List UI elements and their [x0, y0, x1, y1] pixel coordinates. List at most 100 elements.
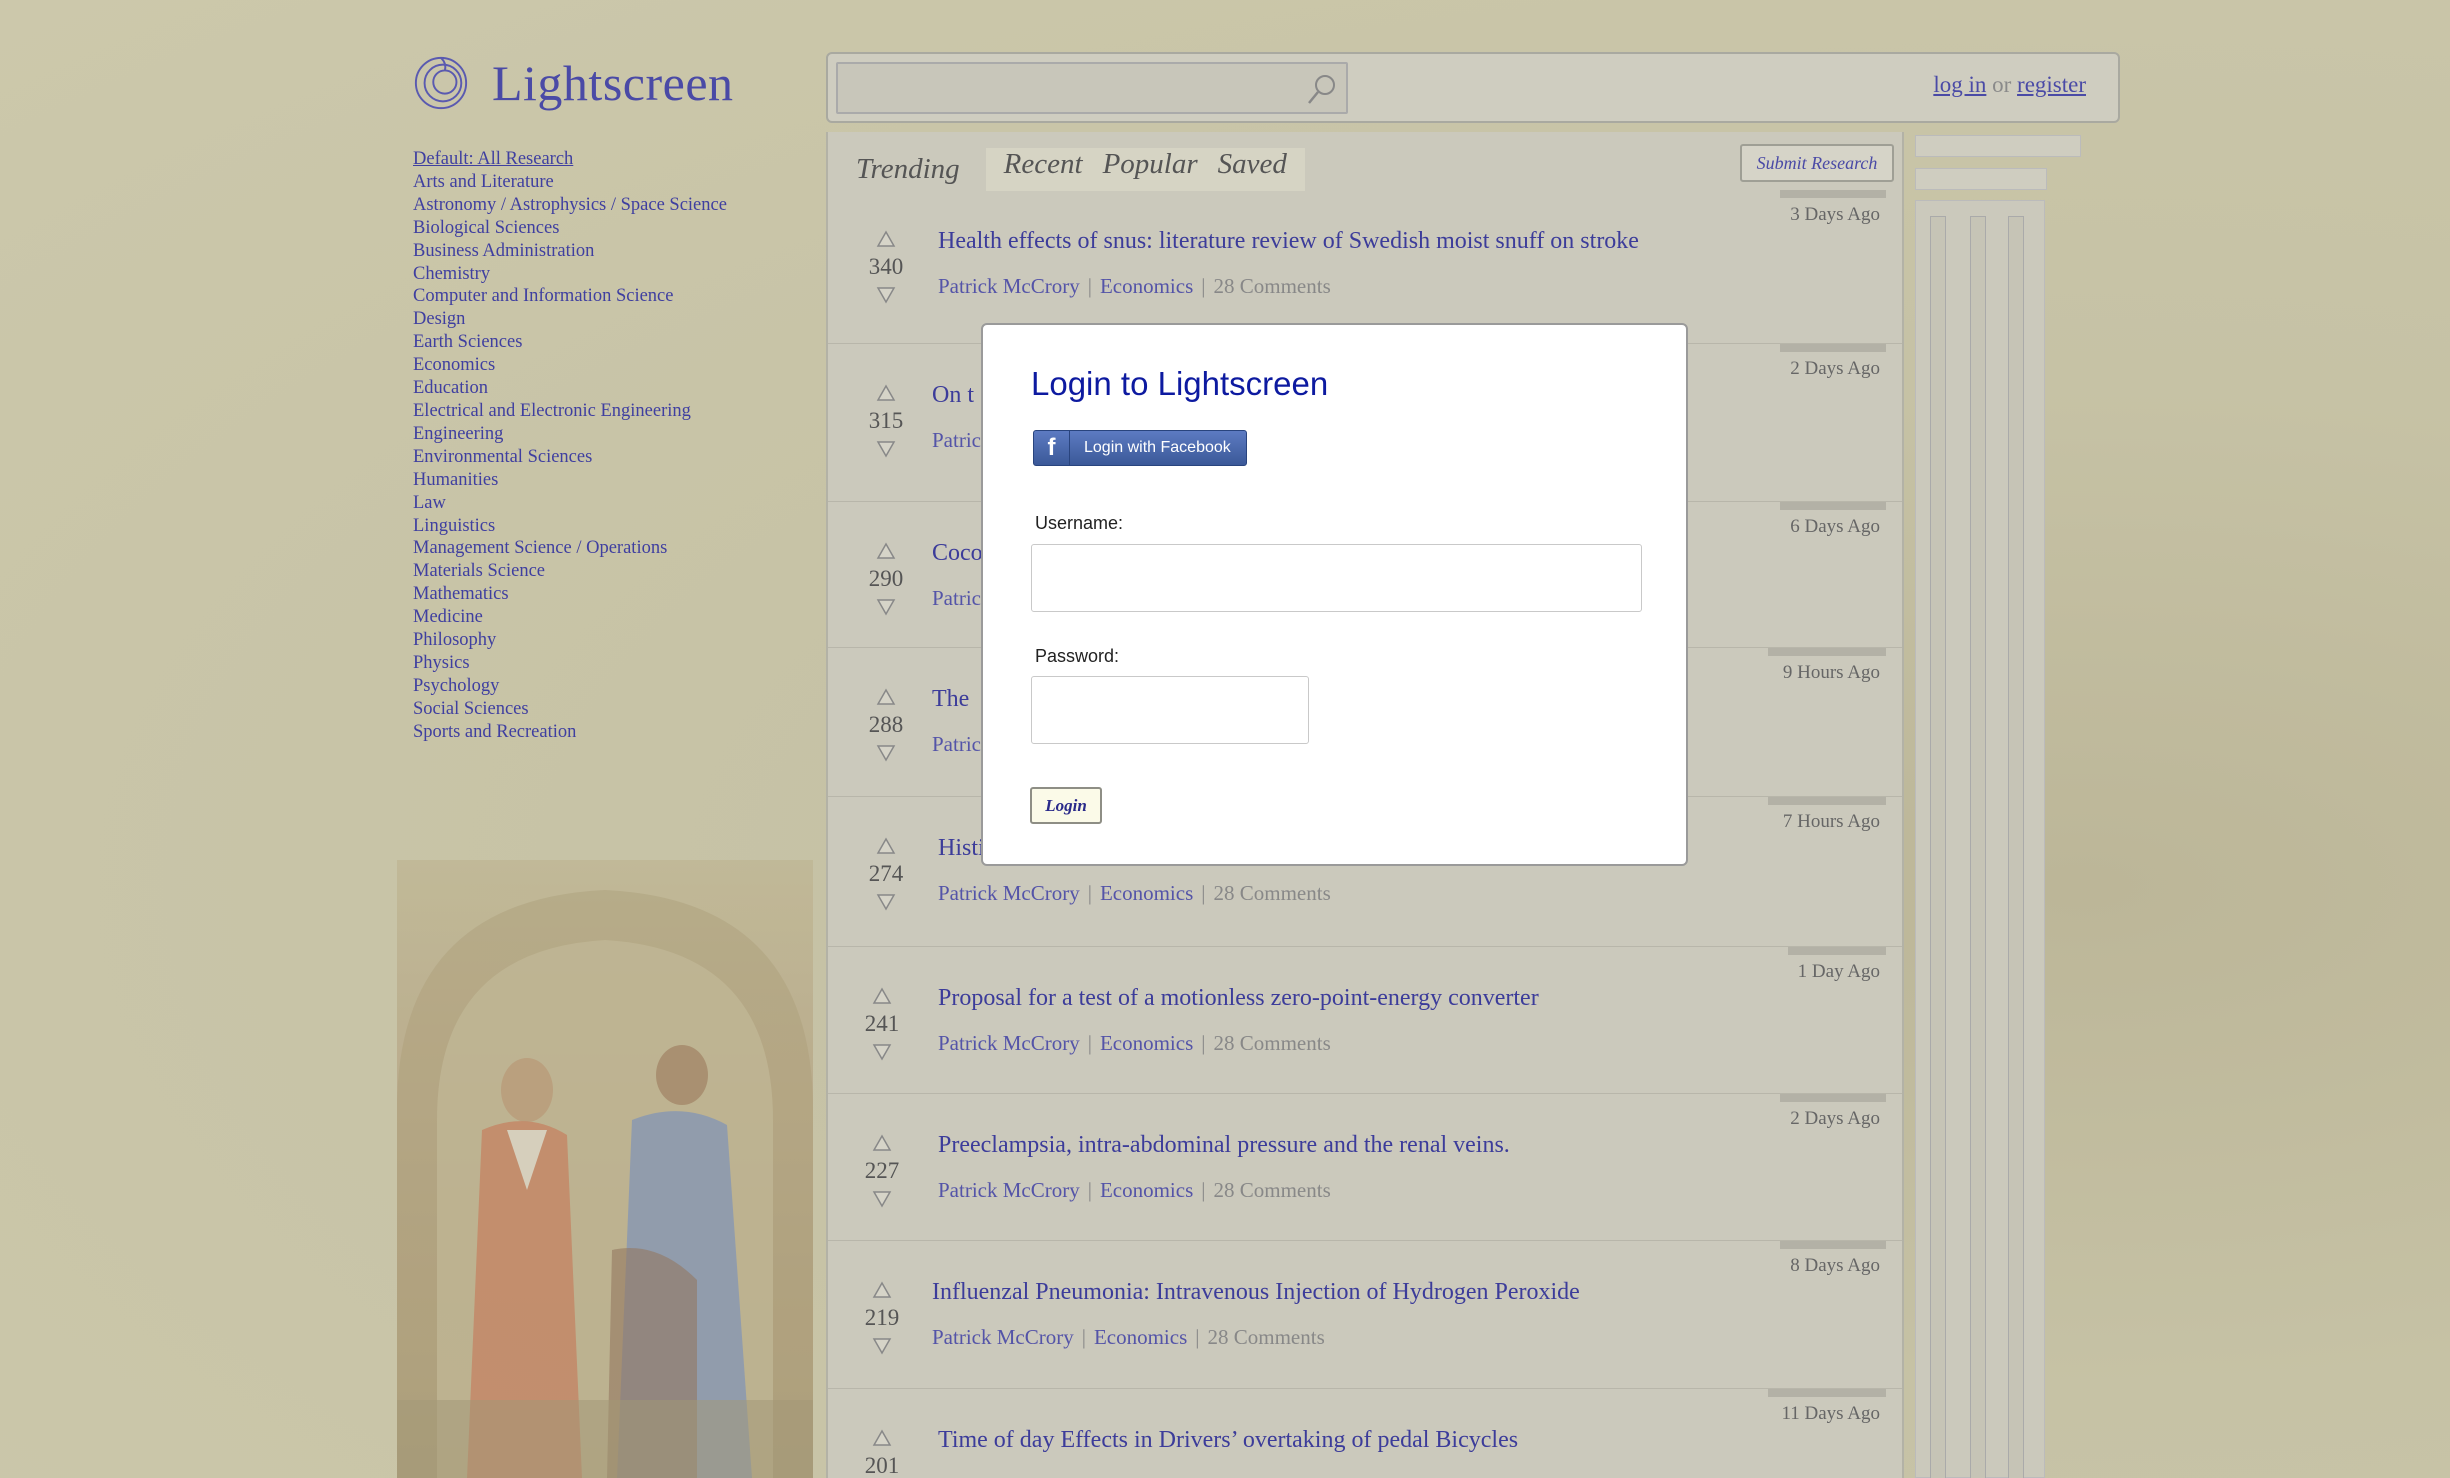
post-author[interactable]: Patric: [932, 586, 981, 610]
post-author[interactable]: Patrick McCrory: [938, 881, 1080, 905]
upvote-icon[interactable]: [876, 837, 896, 855]
login-link[interactable]: log in: [1933, 72, 1986, 97]
post-author[interactable]: Patrick McCrory: [938, 274, 1080, 298]
logo[interactable]: Lightscreen: [412, 54, 734, 112]
category-item[interactable]: Law: [413, 492, 793, 515]
upvote-icon[interactable]: [876, 542, 896, 560]
post-comments[interactable]: 28 Comments: [1213, 881, 1330, 905]
post-age: 3 Days Ago: [1790, 204, 1880, 225]
register-link[interactable]: register: [2017, 72, 2086, 97]
meta-separator: |: [1081, 1325, 1086, 1349]
category-item[interactable]: Humanities: [413, 469, 793, 492]
downvote-icon[interactable]: [876, 440, 896, 458]
tab-popular[interactable]: Popular: [1093, 148, 1208, 181]
upvote-icon[interactable]: [872, 1134, 892, 1152]
category-item[interactable]: Biological Sciences: [413, 217, 793, 240]
category-item[interactable]: Mathematics: [413, 583, 793, 606]
submit-research-button[interactable]: Submit Research: [1740, 144, 1894, 182]
meta-separator: |: [1201, 881, 1206, 905]
post-category[interactable]: Economics: [1100, 1031, 1193, 1055]
category-item[interactable]: Chemistry: [413, 263, 793, 286]
downvote-icon[interactable]: [876, 744, 896, 762]
downvote-icon[interactable]: [876, 893, 896, 911]
post-comments[interactable]: 28 Comments: [1213, 274, 1330, 298]
password-field[interactable]: [1031, 676, 1309, 744]
upvote-icon[interactable]: [872, 1429, 892, 1447]
post-author[interactable]: Patrick McCrory: [932, 1325, 1074, 1349]
post-title[interactable]: Preeclampsia, intra-abdominal pressure a…: [938, 1132, 1510, 1159]
search-icon[interactable]: [1306, 72, 1338, 106]
downvote-icon[interactable]: [876, 598, 896, 616]
category-item[interactable]: Environmental Sciences: [413, 446, 793, 469]
post-title[interactable]: On t: [932, 382, 974, 409]
top-bar: log in or register: [826, 52, 2120, 123]
upvote-icon[interactable]: [876, 230, 896, 248]
upvote-icon[interactable]: [876, 384, 896, 402]
upvote-icon[interactable]: [872, 1281, 892, 1299]
category-item[interactable]: Materials Science: [413, 560, 793, 583]
post-category[interactable]: Economics: [1094, 1325, 1187, 1349]
category-item[interactable]: Business Administration: [413, 240, 793, 263]
post-comments[interactable]: 28 Comments: [1207, 1325, 1324, 1349]
upvote-icon[interactable]: [876, 688, 896, 706]
category-item[interactable]: Electrical and Electronic Engineering: [413, 400, 793, 423]
tab-trending[interactable]: Trending: [856, 153, 970, 186]
login-button[interactable]: Login: [1030, 787, 1102, 824]
category-item[interactable]: Education: [413, 377, 793, 400]
category-item[interactable]: Social Sciences: [413, 698, 793, 721]
category-item[interactable]: Sports and Recreation: [413, 721, 793, 744]
category-item[interactable]: Earth Sciences: [413, 331, 793, 354]
downvote-icon[interactable]: [872, 1190, 892, 1208]
tab-saved[interactable]: Saved: [1208, 148, 1297, 181]
category-item[interactable]: Economics: [413, 354, 793, 377]
category-default[interactable]: Default: All Research: [413, 148, 793, 171]
category-item[interactable]: Management Science / Operations: [413, 537, 793, 560]
sidebar-stripe: [2008, 216, 2024, 1478]
login-modal: Login to Lightscreen f Login with Facebo…: [981, 323, 1688, 866]
search-input[interactable]: [836, 62, 1348, 114]
post-author[interactable]: Patric: [932, 428, 981, 452]
category-item[interactable]: Physics: [413, 652, 793, 675]
post-age: 1 Day Ago: [1797, 961, 1880, 982]
post-divider-bar: [1780, 502, 1886, 510]
post-category[interactable]: Economics: [1100, 881, 1193, 905]
post-category[interactable]: Economics: [1100, 1178, 1193, 1202]
category-item[interactable]: Engineering: [413, 423, 793, 446]
post-title[interactable]: Histi: [938, 835, 985, 862]
tab-recent[interactable]: Recent: [994, 148, 1093, 181]
downvote-icon[interactable]: [872, 1043, 892, 1061]
category-item[interactable]: Computer and Information Science: [413, 285, 793, 308]
facebook-login-button[interactable]: f Login with Facebook: [1033, 430, 1247, 466]
post-comments[interactable]: 28 Comments: [1213, 1031, 1330, 1055]
vote-control: 315: [856, 384, 916, 458]
category-item[interactable]: Astronomy / Astrophysics / Space Science: [413, 194, 793, 217]
post-title[interactable]: Coco: [932, 540, 983, 567]
username-field[interactable]: [1031, 544, 1642, 612]
post-author[interactable]: Patric: [932, 732, 981, 756]
category-item[interactable]: Arts and Literature: [413, 171, 793, 194]
category-item[interactable]: Medicine: [413, 606, 793, 629]
downvote-icon[interactable]: [876, 286, 896, 304]
post-category[interactable]: Economics: [1100, 274, 1193, 298]
category-item[interactable]: Psychology: [413, 675, 793, 698]
post-title[interactable]: Influenzal Pneumonia: Intravenous Inject…: [932, 1279, 1580, 1306]
spiral-logo-icon: [414, 56, 468, 110]
vote-control: 288: [856, 688, 916, 762]
post-row: 1 Day Ago 241 Proposal for a test of a mot…: [828, 947, 1902, 1094]
downvote-icon[interactable]: [872, 1337, 892, 1355]
post-title[interactable]: Proposal for a test of a motionless zero…: [938, 985, 1539, 1012]
post-comments[interactable]: 28 Comments: [1213, 1178, 1330, 1202]
category-item[interactable]: Linguistics: [413, 515, 793, 538]
post-author[interactable]: Patrick McCrory: [938, 1178, 1080, 1202]
post-title[interactable]: The: [932, 686, 969, 713]
auth-links: log in or register: [1933, 72, 2086, 98]
category-item[interactable]: Philosophy: [413, 629, 793, 652]
post-title[interactable]: Time of day Effects in Drivers’ overtaki…: [938, 1427, 1518, 1454]
upvote-icon[interactable]: [872, 987, 892, 1005]
category-item[interactable]: Design: [413, 308, 793, 331]
post-score: 241: [864, 1011, 900, 1036]
vote-control: 227: [852, 1134, 912, 1208]
modal-title: Login to Lightscreen: [1031, 365, 1329, 402]
post-author[interactable]: Patrick McCrory: [938, 1031, 1080, 1055]
post-title[interactable]: Health effects of snus: literature revie…: [938, 228, 1639, 255]
